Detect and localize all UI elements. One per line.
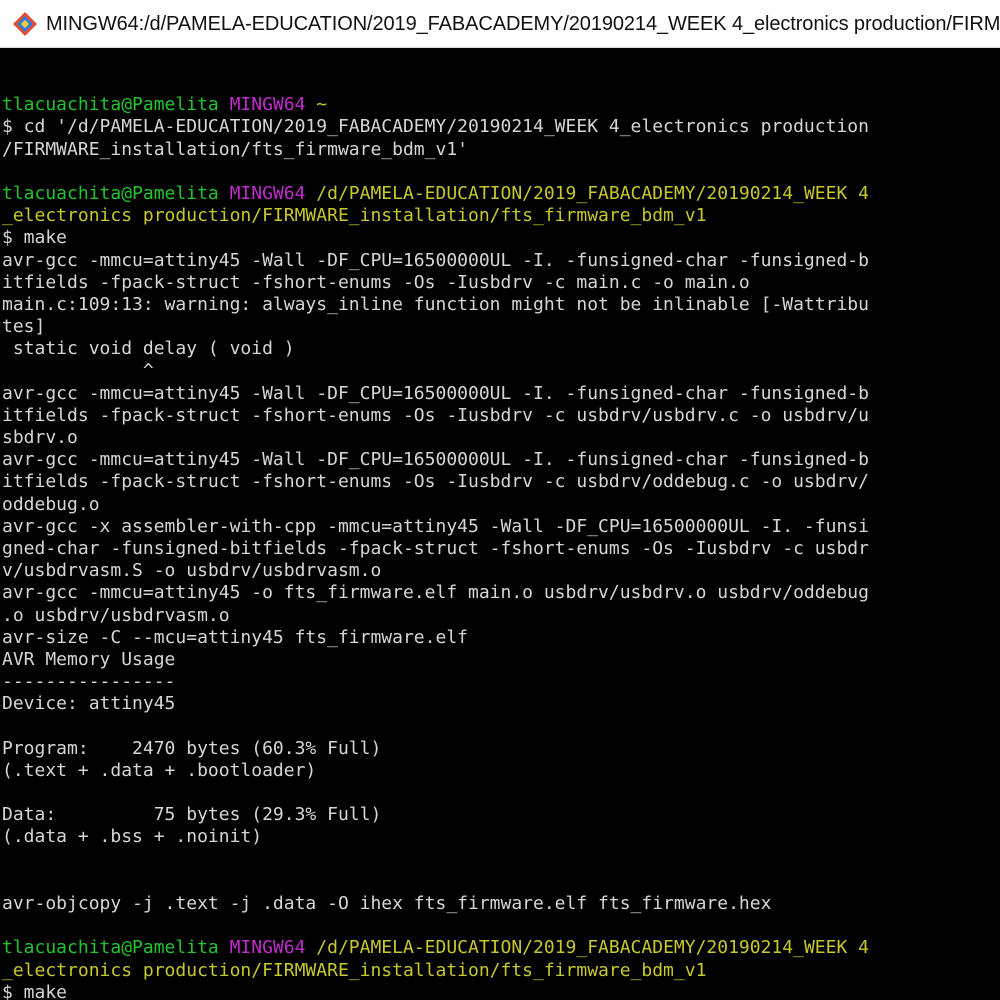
terminal-line: $ make [2, 227, 1000, 249]
terminal-text: /d/PAMELA-EDUCATION/2019_FABACADEMY/2019… [316, 182, 869, 204]
terminal-text: tlacuachita@Pamelita [2, 94, 230, 116]
terminal-output[interactable]: tlacuachita@Pamelita MINGW64 ~ $ cd '/d/P… [0, 48, 1000, 1000]
terminal-line: Program: 2470 bytes (60.3% Full) [2, 738, 1000, 760]
terminal-text: .o usbdrv/usbdrvasm.o [2, 604, 230, 626]
terminal-line: oddebug.o [2, 494, 1000, 516]
terminal-text: tlacuachita@Pamelita [2, 182, 230, 204]
terminal-text: avr-gcc -mmcu=attiny45 -Wall -DF_CPU=165… [2, 249, 869, 271]
terminal-text: $ make [2, 227, 68, 249]
terminal-line: avr-gcc -mmcu=attiny45 -Wall -DF_CPU=165… [2, 383, 1000, 405]
terminal-text: oddebug.o [2, 493, 100, 515]
terminal-line: avr-gcc -mmcu=attiny45 -Wall -DF_CPU=165… [2, 449, 1000, 471]
terminal-text: Program: 2470 bytes (60.3% Full) [2, 737, 382, 759]
terminal-text: avr-gcc -x assembler-with-cpp -mmcu=atti… [2, 515, 869, 537]
terminal-text: avr-objcopy -j .text -j .data -O ihex ft… [2, 892, 772, 914]
terminal-line: avr-objcopy -j .text -j .data -O ihex ft… [2, 893, 1000, 915]
terminal-text: ~ [316, 94, 328, 116]
terminal-text: AVR Memory Usage [2, 648, 176, 670]
terminal-line: v/usbdrvasm.S -o usbdrv/usbdrvasm.o [2, 560, 1000, 582]
terminal-line: Device: attiny45 [2, 693, 1000, 715]
terminal-line: $ make [2, 982, 1000, 1000]
terminal-line: avr-gcc -mmcu=attiny45 -Wall -DF_CPU=165… [2, 250, 1000, 272]
terminal-line: tlacuachita@Pamelita MINGW64 /d/PAMELA-E… [2, 937, 1000, 959]
terminal-text: MINGW64 [229, 937, 317, 959]
terminal-line: $ cd '/d/PAMELA-EDUCATION/2019_FABACADEM… [2, 116, 1000, 138]
terminal-text: ^ [2, 360, 154, 382]
terminal-text: tlacuachita@Pamelita [2, 937, 230, 959]
terminal-line: ^ [2, 360, 1000, 382]
terminal-line: .o usbdrv/usbdrvasm.o [2, 605, 1000, 627]
terminal-line: tes] [2, 316, 1000, 338]
terminal-window: MINGW64:/d/PAMELA-EDUCATION/2019_FABACAD… [0, 0, 1000, 1000]
terminal-text: _electronics production/FIRMWARE_install… [2, 205, 707, 227]
terminal-text: tes] [2, 316, 46, 338]
terminal-line: /FIRMWARE_installation/fts_firmware_bdm_… [2, 139, 1000, 161]
terminal-text: $ make [2, 981, 68, 1000]
terminal-text: ---------------- [2, 671, 176, 693]
terminal-text: gned-char -funsigned-bitfields -fpack-st… [2, 537, 869, 559]
terminal-line: sbdrv.o [2, 427, 1000, 449]
terminal-text: /FIRMWARE_installation/fts_firmware_bdm_… [2, 138, 468, 160]
terminal-text: itfields -fpack-struct -fshort-enums -Os… [2, 471, 869, 493]
terminal-text: (.text + .data + .bootloader) [2, 759, 317, 781]
terminal-text: MINGW64 [229, 182, 317, 204]
terminal-line: avr-gcc -x assembler-with-cpp -mmcu=atti… [2, 516, 1000, 538]
terminal-text: itfields -fpack-struct -fshort-enums -Os… [2, 404, 869, 426]
terminal-text: /d/PAMELA-EDUCATION/2019_FABACADEMY/2019… [316, 937, 869, 959]
terminal-text: _electronics production/FIRMWARE_install… [2, 959, 707, 981]
terminal-line: AVR Memory Usage [2, 649, 1000, 671]
terminal-text: MINGW64 [229, 94, 317, 116]
terminal-text: Device: attiny45 [2, 693, 176, 715]
terminal-line: _electronics production/FIRMWARE_install… [2, 960, 1000, 982]
terminal-text: v/usbdrvasm.S -o usbdrv/usbdrvasm.o [2, 560, 382, 582]
terminal-text: (.data + .bss + .noinit) [2, 826, 263, 848]
terminal-text: avr-gcc -mmcu=attiny45 -o fts_firmware.e… [2, 582, 869, 604]
terminal-line: _electronics production/FIRMWARE_install… [2, 205, 1000, 227]
terminal-line: gned-char -funsigned-bitfields -fpack-st… [2, 538, 1000, 560]
terminal-line: (.data + .bss + .noinit) [2, 826, 1000, 848]
terminal-line: (.text + .data + .bootloader) [2, 760, 1000, 782]
terminal-line: avr-gcc -mmcu=attiny45 -o fts_firmware.e… [2, 582, 1000, 604]
terminal-line: static void delay ( void ) [2, 338, 1000, 360]
title-bar[interactable]: MINGW64:/d/PAMELA-EDUCATION/2019_FABACAD… [0, 0, 1000, 48]
terminal-text: avr-gcc -mmcu=attiny45 -Wall -DF_CPU=165… [2, 382, 869, 404]
terminal-line: Data: 75 bytes (29.3% Full) [2, 804, 1000, 826]
terminal-text: itfields -fpack-struct -fshort-enums -Os… [2, 271, 750, 293]
terminal-line: main.c:109:13: warning: always_inline fu… [2, 294, 1000, 316]
git-bash-diamond-icon [13, 12, 37, 36]
terminal-line: itfields -fpack-struct -fshort-enums -Os… [2, 471, 1000, 493]
terminal-line: avr-size -C --mcu=attiny45 fts_firmware.… [2, 627, 1000, 649]
terminal-line: tlacuachita@Pamelita MINGW64 /d/PAMELA-E… [2, 183, 1000, 205]
terminal-line: itfields -fpack-struct -fshort-enums -Os… [2, 272, 1000, 294]
terminal-text: Data: 75 bytes (29.3% Full) [2, 804, 382, 826]
window-title: MINGW64:/d/PAMELA-EDUCATION/2019_FABACAD… [46, 13, 1000, 35]
terminal-text: static void delay ( void ) [2, 338, 295, 360]
terminal-text: avr-size -C --mcu=attiny45 fts_firmware.… [2, 626, 468, 648]
terminal-text: sbdrv.o [2, 427, 78, 448]
terminal-text: avr-gcc -mmcu=attiny45 -Wall -DF_CPU=165… [2, 449, 869, 471]
terminal-text: main.c:109:13: warning: always_inline fu… [2, 293, 869, 315]
terminal-line: itfields -fpack-struct -fshort-enums -Os… [2, 405, 1000, 427]
terminal-line: ---------------- [2, 671, 1000, 693]
terminal-text: $ cd '/d/PAMELA-EDUCATION/2019_FABACADEM… [2, 116, 869, 138]
terminal-line: tlacuachita@Pamelita MINGW64 ~ [2, 94, 1000, 116]
